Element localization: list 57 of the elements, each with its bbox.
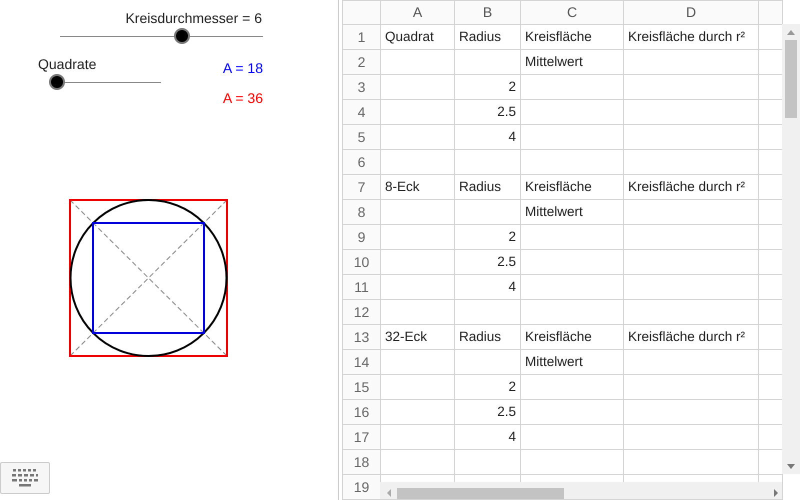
- row-number: 14: [342, 350, 380, 374]
- table-cell: 2: [454, 74, 520, 100]
- table-cell: Mittelwert: [520, 200, 624, 224]
- slider-label: Kreisdurchmesser = 6: [125, 9, 262, 28]
- row-number: 7: [342, 174, 380, 200]
- table-cell: 2.5: [454, 250, 520, 274]
- table-cell: Kreisfläche: [520, 174, 624, 200]
- vertical-scrollbar[interactable]: [782, 24, 800, 474]
- column-header: D: [624, 0, 758, 24]
- table-cell: Radius: [454, 174, 520, 200]
- row-number: 19: [342, 474, 380, 500]
- row-number: 17: [342, 424, 380, 450]
- table-cell: 2: [454, 374, 520, 400]
- area-label: A = 18: [222, 59, 263, 78]
- row-number: 6: [342, 150, 380, 174]
- table-cell: Kreisfläche durch r²: [624, 324, 758, 350]
- row-number: 2: [342, 50, 380, 74]
- table-cell: 32-Eck: [380, 324, 454, 350]
- table-cell: Kreisfläche: [520, 324, 624, 350]
- keyboard-button[interactable]: [0, 462, 50, 494]
- row-number: 15: [342, 374, 380, 400]
- row-number: 3: [342, 74, 380, 100]
- slider-thumb[interactable]: [174, 28, 190, 44]
- table-cell: Mittelwert: [520, 50, 624, 74]
- row-number: 1: [342, 24, 380, 50]
- table-cell: 4: [454, 124, 520, 150]
- row-number: 5: [342, 124, 380, 150]
- slider-label: Quadrate: [38, 55, 96, 74]
- row-number: 8: [342, 200, 380, 224]
- table-cell: Kreisfläche durch r²: [624, 24, 758, 50]
- table-cell: 2.5: [454, 100, 520, 124]
- row-number: 9: [342, 224, 380, 250]
- slider-thumb[interactable]: [49, 74, 66, 90]
- table-cell: 2.5: [454, 400, 520, 424]
- table-cell: 4: [454, 424, 520, 450]
- table-cell: Kreisfläche durch r²: [624, 174, 758, 200]
- row-number: 18: [342, 450, 380, 474]
- table-cell: 4: [454, 274, 520, 300]
- table-cell: Radius: [454, 324, 520, 350]
- area-label: A = 36: [222, 89, 263, 108]
- row-number: 12: [342, 300, 380, 324]
- row-number: 4: [342, 100, 380, 124]
- row-number: 11: [342, 274, 380, 300]
- row-number: 10: [342, 250, 380, 274]
- table-cell: Radius: [454, 24, 520, 50]
- horizontal-scrollbar[interactable]: [380, 482, 782, 499]
- table-cell: Mittelwert: [520, 350, 624, 374]
- column-header: C: [520, 0, 624, 24]
- table-cell: 2: [454, 224, 520, 250]
- keyboard-icon: [12, 469, 38, 487]
- column-header: A: [380, 0, 454, 24]
- column-header: B: [454, 0, 520, 24]
- row-number: 13: [342, 324, 380, 350]
- table-cell: Kreisfläche: [520, 24, 624, 50]
- row-number: 16: [342, 400, 380, 424]
- table-cell: Quadrat: [380, 24, 454, 50]
- table-cell: 8-Eck: [380, 174, 454, 200]
